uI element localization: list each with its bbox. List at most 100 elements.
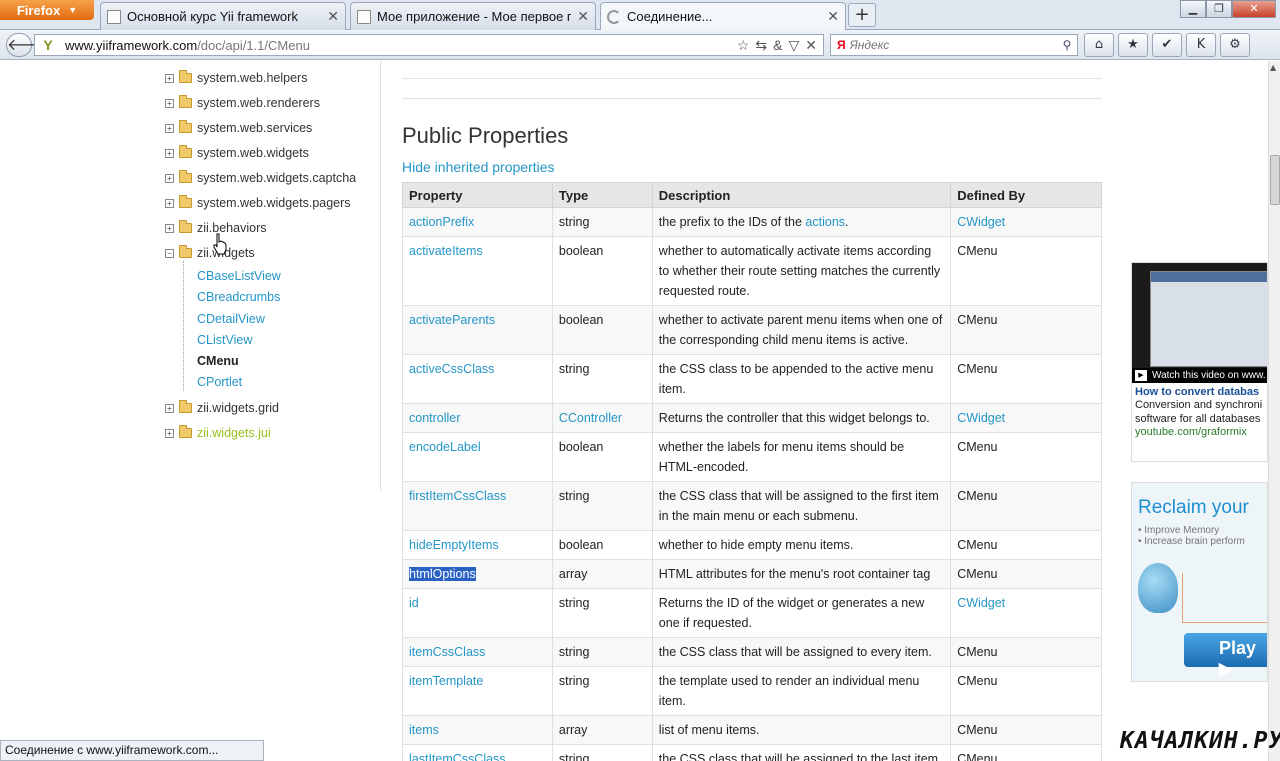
new-tab-button[interactable]: + — [848, 3, 876, 27]
property-link[interactable]: actionPrefix — [409, 215, 474, 229]
tools-icon[interactable]: ⚙ — [1220, 33, 1250, 57]
close-tab-icon[interactable]: ✕ — [327, 8, 339, 25]
tab-connecting[interactable]: Соединение... ✕ — [600, 2, 846, 30]
search-bar[interactable]: Я ⚲ — [830, 34, 1078, 56]
properties-table: Property Type Description Defined By act… — [402, 182, 1102, 761]
defined-by-link[interactable]: CWidget — [957, 596, 1005, 610]
expand-icon[interactable]: + — [165, 198, 174, 208]
expand-icon[interactable]: + — [165, 223, 174, 233]
property-link[interactable]: lastItemCssClass — [409, 752, 506, 761]
expand-icon[interactable]: + — [165, 98, 174, 108]
defined-by-link[interactable]: CWidget — [957, 411, 1005, 425]
tab-yii-course[interactable]: Основной курс Yii framework ✕ — [100, 2, 346, 30]
property-link[interactable]: activeCssClass — [409, 362, 494, 376]
restore-icon[interactable]: ❐ — [1206, 0, 1232, 18]
description-cell: whether to activate parent menu items wh… — [651, 305, 952, 355]
property-link[interactable]: itemCssClass — [409, 645, 485, 659]
property-link[interactable]: hideEmptyItems — [409, 538, 499, 552]
tree-child-link[interactable]: CBreadcrumbs — [197, 290, 280, 308]
expand-icon[interactable]: + — [165, 123, 174, 133]
table-row: hideEmptyItems boolean whether to hide e… — [402, 530, 1102, 560]
tree-child-link[interactable]: CPortlet — [197, 375, 242, 393]
vertical-scrollbar[interactable]: ▲ — [1268, 61, 1280, 761]
tree-item[interactable]: + system.web.widgets.captcha — [165, 168, 356, 188]
page-icon — [107, 9, 121, 24]
tree-item[interactable]: + zii.widgets.grid — [165, 398, 279, 418]
close-tab-icon[interactable]: ✕ — [827, 8, 839, 25]
address-bar[interactable]: Y www.yiiframework.com/doc/api/1.1/CMenu… — [34, 34, 824, 56]
scrollbar-thumb[interactable] — [1270, 155, 1280, 205]
tree-item-hover[interactable]: + zii.widgets.jui — [165, 423, 271, 443]
search-engine-logo[interactable]: Я — [837, 38, 846, 52]
watermark: КАЧАЛКИН.РУ — [1120, 728, 1280, 754]
tree-item[interactable]: + system.web.helpers — [165, 68, 307, 88]
ampersand-icon[interactable]: & — [773, 37, 782, 53]
brain-ad[interactable]: Reclaim your • Improve Memory • Increase… — [1131, 482, 1268, 682]
defined-by-link[interactable]: CWidget — [957, 215, 1005, 229]
property-link[interactable]: firstItemCssClass — [409, 489, 506, 503]
actions-link[interactable]: actions — [805, 215, 845, 229]
tree-child-current[interactable]: CMenu — [197, 354, 239, 372]
addon-icon[interactable]: ✔ — [1152, 33, 1182, 57]
close-tab-icon[interactable]: ✕ — [577, 8, 589, 25]
description-cell: whether the labels for menu items should… — [651, 432, 952, 482]
property-link[interactable]: id — [409, 596, 419, 610]
property-link[interactable]: items — [409, 723, 439, 737]
search-input[interactable] — [849, 38, 1057, 52]
property-link-selected[interactable]: htmlOptions — [409, 567, 476, 581]
search-icon[interactable]: ⚲ — [1057, 38, 1077, 52]
property-link[interactable]: controller — [409, 411, 460, 425]
collapse-icon[interactable]: − — [165, 248, 174, 258]
property-link[interactable]: activateItems — [409, 244, 483, 258]
expand-icon[interactable]: + — [165, 73, 174, 83]
tree-item[interactable]: + system.web.services — [165, 118, 312, 138]
brain-ad-bullet: • Increase brain perform — [1138, 536, 1245, 547]
type-link[interactable]: CController — [559, 411, 622, 425]
minimize-icon[interactable]: ▁ — [1180, 0, 1206, 18]
firefox-menu-button[interactable]: Firefox ▼ — [0, 0, 94, 20]
defined-by-cell: CMenu — [950, 305, 1102, 355]
expand-icon[interactable]: + — [165, 148, 174, 158]
tree-item[interactable]: + system.web.widgets — [165, 143, 309, 163]
video-ad-url[interactable]: youtube.com/graformix — [1132, 426, 1267, 438]
property-link[interactable]: encodeLabel — [409, 440, 481, 454]
expand-icon[interactable]: + — [165, 403, 174, 413]
tree-child-link[interactable]: CDetailView — [197, 312, 265, 330]
translate-icon[interactable]: ⇆ — [755, 37, 767, 54]
video-caption-text: Watch this video on www. — [1152, 370, 1266, 381]
tree-child-link[interactable]: CListView — [197, 333, 252, 351]
brain-ad-bullet: • Improve Memory — [1138, 525, 1220, 536]
bookmark-star-icon[interactable]: ☆ — [737, 37, 750, 54]
stop-icon[interactable]: ✕ — [805, 37, 817, 54]
head-icon — [1138, 563, 1178, 613]
video-ad-title[interactable]: How to convert databas — [1132, 383, 1267, 398]
table-row: itemCssClass string the CSS class that w… — [402, 637, 1102, 667]
addon-k-icon[interactable]: K — [1186, 33, 1216, 57]
tree-item-expanded[interactable]: − zii.widgets — [165, 243, 255, 263]
play-button[interactable]: Play ▶ — [1184, 633, 1267, 679]
property-link[interactable]: activateParents — [409, 313, 495, 327]
bookmarks-icon[interactable]: ★ — [1118, 33, 1148, 57]
url-tools: ☆ ⇆ & ▽ ✕ — [737, 37, 823, 54]
expand-icon[interactable]: + — [165, 173, 174, 183]
expand-icon[interactable]: + — [165, 428, 174, 438]
play-icon[interactable]: ▶ — [1135, 370, 1147, 381]
tree-item[interactable]: + system.web.widgets.pagers — [165, 193, 351, 213]
video-thumbnail[interactable]: ▶ Watch this video on www. — [1132, 263, 1267, 383]
tab-my-app[interactable]: Мое приложение - Мое первое при... ✕ — [350, 2, 596, 30]
tab-title: Соединение... — [627, 9, 713, 24]
scroll-up-icon[interactable]: ▲ — [1270, 63, 1276, 72]
hide-inherited-link[interactable]: Hide inherited properties — [402, 159, 555, 175]
tree-item[interactable]: + system.web.renderers — [165, 93, 320, 113]
home-icon[interactable]: ⌂ — [1084, 33, 1114, 57]
back-button[interactable]: 🡐 — [6, 33, 50, 57]
close-window-icon[interactable]: ✕ — [1232, 0, 1276, 18]
video-ad[interactable]: ▶ Watch this video on www. How to conver… — [1131, 262, 1268, 462]
package-tree: + system.web.helpers + system.web.renderer… — [0, 61, 381, 491]
description-cell: Returns the ID of the widget or generate… — [651, 588, 952, 638]
dropdown-arrow-icon[interactable]: ▽ — [788, 37, 799, 54]
type-cell: string — [551, 637, 653, 667]
property-link[interactable]: itemTemplate — [409, 674, 483, 688]
tree-child-link[interactable]: CBaseListView — [197, 269, 281, 287]
description-cell: Returns the controller that this widget … — [651, 403, 952, 433]
